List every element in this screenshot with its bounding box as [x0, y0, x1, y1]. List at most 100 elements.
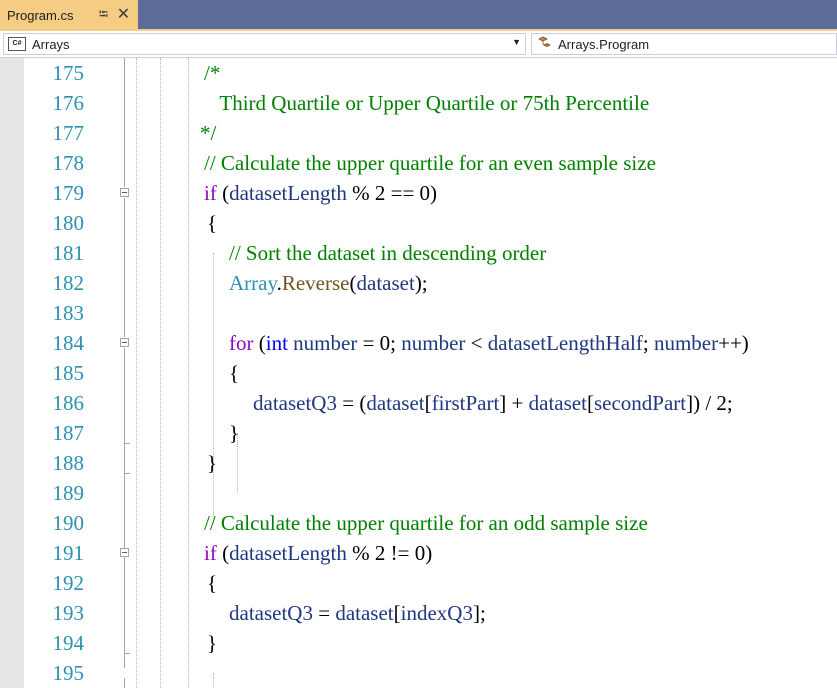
- code-line[interactable]: 186 datasetQ3 = (dataset[firstPart] + dat…: [0, 388, 837, 418]
- member-dropdown-label: Arrays.Program: [558, 36, 650, 52]
- code-token: ++): [718, 331, 749, 355]
- code-line[interactable]: 195: [0, 658, 837, 688]
- close-icon[interactable]: ✕: [115, 7, 131, 23]
- navigation-bar: C# Arrays ▼ Arrays.Program: [0, 31, 837, 58]
- code-token: (: [349, 271, 357, 295]
- project-dropdown[interactable]: C# Arrays ▼: [3, 33, 526, 55]
- line-number: 181: [52, 241, 85, 265]
- code-token: number: [293, 331, 358, 355]
- code-token: */: [200, 121, 217, 145]
- code-token: = 0;: [357, 331, 402, 355]
- line-number: 177: [52, 121, 85, 145]
- code-token: Reverse: [281, 271, 350, 295]
- code-token: {: [207, 571, 218, 595]
- class-member-icon: [536, 36, 554, 53]
- line-number: 194: [52, 631, 85, 655]
- code-line[interactable]: 191 if (datasetLength % 2 != 0): [0, 538, 837, 568]
- project-dropdown-label: Arrays: [32, 36, 70, 52]
- document-tab-strip: Program.cs ⭾ ✕: [0, 0, 837, 31]
- code-token: // Sort the dataset in descending order: [229, 241, 547, 265]
- line-number: 183: [52, 301, 85, 325]
- code-text: // Calculate the upper quartile for an o…: [204, 508, 648, 538]
- code-text: }: [207, 628, 217, 658]
- code-token: % 2 == 0): [346, 181, 438, 205]
- code-token: if: [204, 181, 217, 205]
- line-number: 192: [52, 571, 85, 595]
- line-number: 190: [52, 511, 85, 535]
- code-line[interactable]: 176 Third Quartile or Upper Quartile or …: [0, 88, 837, 118]
- code-token: ];: [472, 601, 486, 625]
- code-token: [: [424, 391, 432, 415]
- code-token: }: [207, 631, 218, 655]
- code-line[interactable]: 194}: [0, 628, 837, 658]
- code-line[interactable]: 175 /*: [0, 58, 837, 88]
- line-number: 182: [52, 271, 85, 295]
- code-line[interactable]: 188}: [0, 448, 837, 478]
- line-number: 193: [52, 601, 85, 625]
- member-dropdown[interactable]: Arrays.Program: [531, 33, 837, 55]
- code-token: {: [229, 361, 240, 385]
- code-token: }: [207, 451, 218, 475]
- code-text: Third Quartile or Upper Quartile or 75th…: [204, 88, 649, 118]
- code-text: */: [200, 118, 216, 148]
- line-number: 176: [52, 91, 85, 115]
- code-line[interactable]: 181 // Sort the dataset in descending ord…: [0, 238, 837, 268]
- code-token: datasetLength: [229, 541, 347, 565]
- code-line[interactable]: 179 if (datasetLength % 2 == 0): [0, 178, 837, 208]
- code-text: }: [229, 418, 239, 448]
- code-token: dataset: [528, 391, 587, 415]
- code-line[interactable]: 193 datasetQ3 = dataset[indexQ3];: [0, 598, 837, 628]
- code-token: dataset: [366, 391, 425, 415]
- code-token: % 2 != 0): [346, 541, 433, 565]
- line-number: 189: [52, 481, 85, 505]
- code-line[interactable]: 189: [0, 478, 837, 508]
- code-token: datasetQ3: [229, 601, 313, 625]
- code-token: ]) / 2;: [686, 391, 733, 415]
- code-token: = (: [336, 391, 367, 415]
- code-line[interactable]: 177 */: [0, 118, 837, 148]
- tab-title: Program.cs: [7, 7, 74, 23]
- pin-icon[interactable]: ⭾: [95, 5, 111, 26]
- line-number: 179: [52, 181, 85, 205]
- code-token: int: [265, 331, 288, 355]
- code-line[interactable]: 180 {: [0, 208, 837, 238]
- code-token: );: [414, 271, 428, 295]
- code-token: // Calculate the upper quartile for an e…: [204, 151, 656, 175]
- code-token: dataset: [335, 601, 394, 625]
- code-token: for: [229, 331, 254, 355]
- code-token: [: [586, 391, 594, 415]
- line-number: 187: [52, 421, 85, 445]
- line-number: 175: [52, 61, 85, 85]
- code-text: /*: [204, 58, 220, 88]
- chevron-down-icon[interactable]: ▼: [512, 37, 521, 47]
- code-editor[interactable]: 175 /* 176 Third Quartile or Upper Quartil…: [0, 58, 837, 688]
- tab-program-cs[interactable]: Program.cs ⭾ ✕: [0, 0, 138, 30]
- code-token: (: [253, 331, 266, 355]
- line-number: 195: [52, 661, 85, 685]
- code-token: Third Quartile or Upper Quartile or 75th…: [204, 91, 650, 115]
- code-line[interactable]: 184 for (int number = 0; number < dataset…: [0, 328, 837, 358]
- code-token: }: [229, 421, 240, 445]
- code-token: // Calculate the upper quartile for an o…: [204, 511, 648, 535]
- code-token: Array: [229, 271, 277, 295]
- code-line[interactable]: 178 // Calculate the upper quartile for a…: [0, 148, 837, 178]
- code-text: datasetQ3 = (dataset[firstPart] + datase…: [253, 388, 733, 418]
- code-token: number: [653, 331, 719, 355]
- code-token: (: [216, 541, 230, 565]
- code-line[interactable]: 182 Array.Reverse(dataset);: [0, 268, 837, 298]
- code-text: {: [207, 568, 217, 598]
- code-line[interactable]: 185 {: [0, 358, 837, 388]
- code-token: dataset: [356, 271, 415, 295]
- line-number: 188: [52, 451, 85, 475]
- code-token: {: [207, 211, 218, 235]
- code-token: firstPart: [431, 391, 500, 415]
- code-token: [: [393, 601, 401, 625]
- line-number: 185: [52, 361, 85, 385]
- code-line[interactable]: 190 // Calculate the upper quartile for a…: [0, 508, 837, 538]
- code-text: if (datasetLength % 2 == 0): [204, 178, 437, 208]
- code-line[interactable]: 192 {: [0, 568, 837, 598]
- code-line[interactable]: 183: [0, 298, 837, 328]
- code-line[interactable]: 187}: [0, 418, 837, 448]
- code-token: <: [465, 331, 488, 355]
- code-token: indexQ3: [400, 601, 473, 625]
